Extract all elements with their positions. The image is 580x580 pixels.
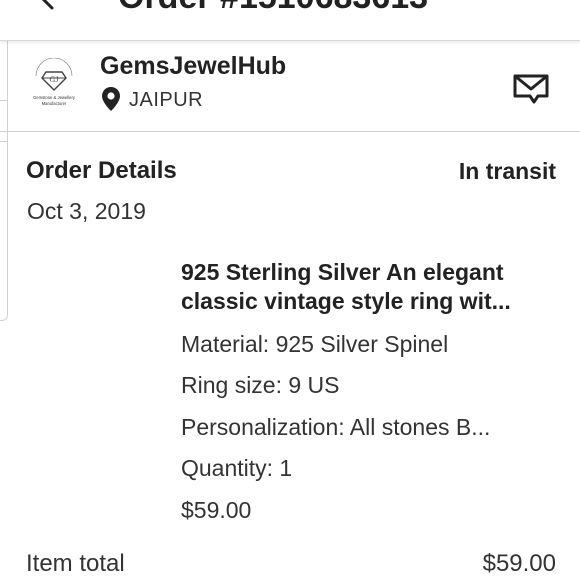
message-icon[interactable]	[512, 72, 550, 106]
order-status: In transit	[458, 158, 556, 184]
order-details-heading: Order Details	[26, 157, 177, 184]
item-title-line-2: classic vintage style ring wit...	[181, 288, 511, 314]
section-divider	[0, 131, 580, 132]
item-title[interactable]: 925 Sterling Silver An elegant classic v…	[181, 258, 571, 316]
back-arrow-icon[interactable]	[30, 0, 60, 10]
order-number-title: Order #1510683613	[118, 0, 428, 17]
svg-text:Manufacturer: Manufacturer	[42, 101, 67, 106]
item-title-line-1: 925 Sterling Silver An elegant	[181, 259, 504, 285]
map-pin-icon	[102, 87, 120, 111]
item-price: $59.00	[181, 497, 252, 523]
gem-logo-icon: GJ Gemstone & Jewellery Manufacturer	[33, 57, 76, 106]
top-app-bar: Order #1510683613	[0, 0, 580, 41]
svg-text:GJ: GJ	[50, 75, 59, 84]
shop-location: JAIPUR	[129, 89, 204, 111]
shop-name[interactable]: GemsJewelHub	[100, 52, 286, 81]
item-ring-size: Ring size: 9 US	[181, 372, 340, 398]
shop-logo[interactable]: GJ Gemstone & Jewellery Manufacturer	[22, 57, 86, 110]
item-quantity: Quantity: 1	[181, 455, 293, 481]
svg-text:Gemstone & Jewellery: Gemstone & Jewellery	[33, 95, 76, 100]
side-panel-notch	[0, 100, 7, 142]
item-total-label: Item total	[26, 550, 125, 577]
item-total-value: $59.00	[482, 550, 556, 577]
order-date: Oct 3, 2019	[27, 198, 146, 224]
item-personalization: Personalization: All stones B...	[181, 414, 491, 440]
item-material: Material: 925 Silver Spinel	[181, 331, 449, 357]
side-panel-edge	[0, 38, 8, 321]
